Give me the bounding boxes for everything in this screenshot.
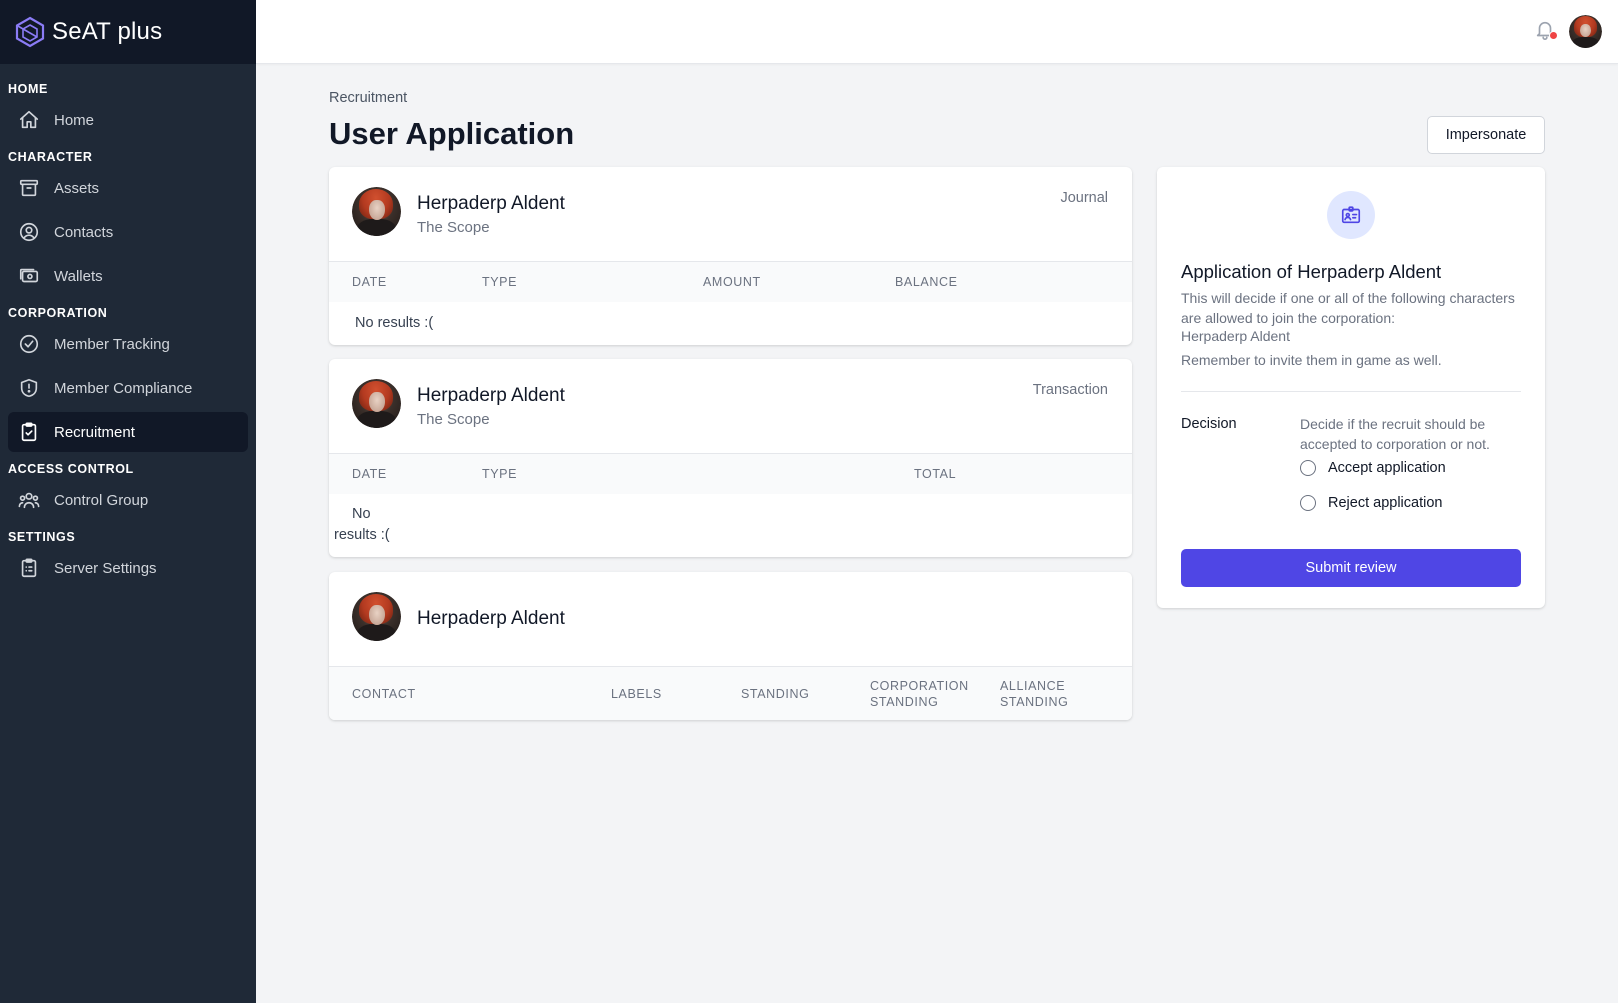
breadcrumb[interactable]: Recruitment <box>329 90 407 106</box>
app-name: SeAT plus <box>52 18 163 45</box>
column-header-corporation[interactable]: CORPORATION <box>870 679 969 693</box>
column-header-date[interactable]: DATE <box>352 467 387 481</box>
empty-results-text: No results :( <box>355 315 434 331</box>
clipboard-list-icon <box>18 557 40 579</box>
character-avatar <box>352 592 401 641</box>
empty-results-text-line2: results :( <box>334 527 390 543</box>
empty-results-text-line1: No <box>352 506 371 522</box>
sidebar-item-label: Server Settings <box>54 559 157 577</box>
column-header-contact[interactable]: CONTACT <box>352 687 416 701</box>
transaction-card: Herpaderp Aldent The Scope Transaction D… <box>329 359 1132 557</box>
submit-review-button[interactable]: Submit review <box>1181 549 1521 587</box>
review-character-list: Herpaderp Aldent <box>1181 328 1290 344</box>
badge-check-icon <box>18 333 40 355</box>
notification-dot <box>1549 31 1558 40</box>
review-title: Application of Herpaderp Aldent <box>1181 261 1442 282</box>
decision-help-text: Decide if the recruit should be accepted… <box>1300 416 1490 452</box>
sidebar-item-label: Home <box>54 111 95 129</box>
user-group-icon <box>18 489 40 511</box>
reject-application-option[interactable]: Reject application <box>1300 495 1442 511</box>
sidebar-item-member-tracking[interactable]: Member Tracking <box>8 324 248 364</box>
impersonate-button[interactable]: Impersonate <box>1427 116 1545 154</box>
card-header: Herpaderp Aldent The Scope Transaction <box>329 359 1132 454</box>
avatar <box>1569 15 1602 48</box>
table-header: CONTACT LABELS STANDING CORPORATION STAN… <box>329 667 1132 720</box>
review-reminder: Remember to invite them in game as well. <box>1181 352 1442 368</box>
section-title-corporation: CORPORATION <box>8 306 108 320</box>
sidebar-item-control-group[interactable]: Control Group <box>8 480 248 520</box>
shield-check-icon <box>18 377 40 399</box>
sidebar-item-label: Control Group <box>54 491 149 509</box>
table-header: DATE TYPE TOTAL <box>329 454 1132 494</box>
column-header-total[interactable]: TOTAL <box>914 467 956 481</box>
sidebar-item-label: Recruitment <box>54 423 135 441</box>
column-header-labels[interactable]: LABELS <box>611 687 662 701</box>
sidebar-item-wallets[interactable]: Wallets <box>8 256 248 296</box>
card-header: Herpaderp Aldent The Scope Journal <box>329 167 1132 262</box>
section-title-access-control: ACCESS CONTROL <box>8 462 134 476</box>
sidebar-item-recruitment[interactable]: Recruitment <box>8 412 248 452</box>
table-header: DATE TYPE AMOUNT BALANCE <box>329 262 1132 302</box>
accept-label[interactable]: Accept application <box>1328 460 1446 476</box>
character-avatar <box>352 379 401 428</box>
sidebar-item-label: Member Tracking <box>54 335 170 353</box>
table-row: No results :( <box>329 302 1132 345</box>
application-review-panel: Application of Herpaderp Aldent This wil… <box>1157 167 1545 608</box>
corporation-name: The Scope <box>417 219 490 236</box>
column-header-amount[interactable]: AMOUNT <box>703 275 761 289</box>
sidebar-nav: HOME Home CHARACTER Assets Contacts Wall… <box>0 64 256 588</box>
sidebar-item-label: Wallets <box>54 267 103 285</box>
column-header-type[interactable]: TYPE <box>482 275 517 289</box>
accept-application-option[interactable]: Accept application <box>1300 460 1446 476</box>
decision-label: Decision <box>1181 416 1237 432</box>
reject-radio[interactable] <box>1300 495 1316 511</box>
column-header-type[interactable]: TYPE <box>482 467 517 481</box>
column-header-standing[interactable]: STANDING <box>741 687 809 701</box>
brand[interactable]: SeAT plus <box>0 0 256 64</box>
archive-icon <box>18 177 40 199</box>
home-icon <box>18 109 40 131</box>
page-title: User Application <box>329 116 575 151</box>
character-avatar <box>352 187 401 236</box>
notifications-button[interactable] <box>1534 18 1558 44</box>
sidebar-item-assets[interactable]: Assets <box>8 168 248 208</box>
clipboard-check-icon <box>18 421 40 443</box>
card-type-label: Transaction <box>1032 382 1108 398</box>
column-header-alliance-standing[interactable]: STANDING <box>1000 695 1068 709</box>
column-header-alliance[interactable]: ALLIANCE <box>1000 679 1065 693</box>
card-header: Herpaderp Aldent <box>329 572 1132 667</box>
review-description: This will decide if one or all of the fo… <box>1181 290 1515 326</box>
user-avatar-button[interactable] <box>1569 15 1602 48</box>
corporation-name: The Scope <box>417 411 490 428</box>
sidebar-item-home[interactable]: Home <box>8 100 248 140</box>
section-title-settings: SETTINGS <box>8 530 76 544</box>
sidebar-item-member-compliance[interactable]: Member Compliance <box>8 368 248 408</box>
table-row: No results :( <box>329 494 1132 556</box>
sidebar-item-contacts[interactable]: Contacts <box>8 212 248 252</box>
identification-icon <box>1327 191 1375 239</box>
column-header-balance[interactable]: BALANCE <box>895 275 958 289</box>
section-title-home: HOME <box>8 82 48 96</box>
sidebar-item-server-settings[interactable]: Server Settings <box>8 548 248 588</box>
character-name[interactable]: Herpaderp Aldent <box>417 385 565 407</box>
card-type-label: Journal <box>1060 190 1108 206</box>
top-bar <box>256 0 1618 64</box>
sidebar-item-label: Member Compliance <box>54 379 193 397</box>
column-header-corporation-standing[interactable]: STANDING <box>870 695 938 709</box>
user-circle-icon <box>18 221 40 243</box>
journal-card: Herpaderp Aldent The Scope Journal DATE … <box>329 167 1132 345</box>
seat-logo-icon <box>14 16 46 48</box>
column-header-date[interactable]: DATE <box>352 275 387 289</box>
reject-label[interactable]: Reject application <box>1328 495 1442 511</box>
sidebar-item-label: Assets <box>54 179 100 197</box>
character-name[interactable]: Herpaderp Aldent <box>417 193 565 215</box>
contacts-card: Herpaderp Aldent CONTACT LABELS STANDING… <box>329 572 1132 720</box>
divider <box>1181 391 1521 392</box>
sidebar-item-label: Contacts <box>54 223 114 241</box>
section-title-character: CHARACTER <box>8 150 93 164</box>
accept-radio[interactable] <box>1300 460 1316 476</box>
character-name[interactable]: Herpaderp Aldent <box>417 608 565 630</box>
cash-icon <box>18 265 40 287</box>
sidebar: SeAT plus HOME Home CHARACTER Assets Con… <box>0 0 256 1003</box>
